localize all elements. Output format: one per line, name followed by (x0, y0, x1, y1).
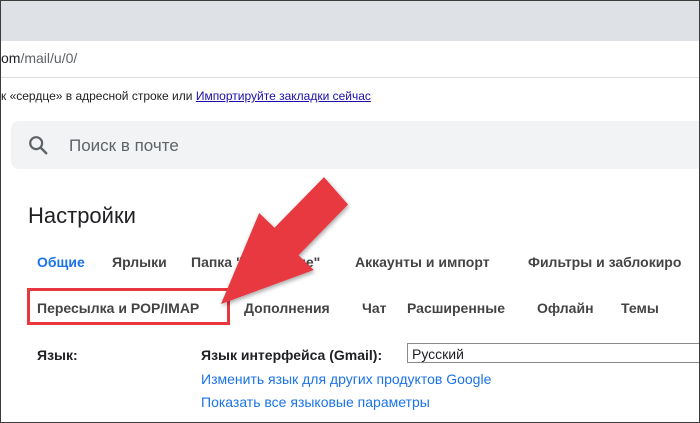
interface-language-label: Язык интерфейса (Gmail): (201, 347, 383, 363)
change-language-link[interactable]: Изменить язык для других продуктов Googl… (201, 371, 491, 387)
tab-themes[interactable]: Темы (621, 300, 659, 316)
tab-filters[interactable]: Фильтры и заблокиро (528, 254, 681, 270)
search-bar[interactable]: Поиск в почте (11, 121, 699, 169)
gmail-main: Поиск в почте Настройки Общие Ярлыки Пап… (1, 111, 699, 422)
tab-accounts-import[interactable]: Аккаунты и импорт (355, 254, 490, 270)
tab-chat[interactable]: Чат (362, 300, 386, 316)
bookmarks-hint: к «сердце» в адресной строке или Импорти… (1, 89, 371, 103)
tab-addons[interactable]: Дополнения (244, 300, 330, 316)
tab-general[interactable]: Общие (37, 254, 85, 270)
url-path: /mail/u/0/ (20, 50, 78, 66)
tab-inbox[interactable]: Папка "Входящие" (191, 254, 320, 270)
search-input[interactable]: Поиск в почте (69, 136, 179, 156)
import-bookmarks-link[interactable]: Импортируйте закладки сейчас (196, 89, 371, 103)
url-domain-fragment: om (1, 50, 21, 66)
tab-labels[interactable]: Ярлыки (112, 254, 167, 270)
browser-tabstrip (1, 1, 699, 41)
interface-language-select[interactable]: Русский (407, 343, 699, 363)
search-icon[interactable] (27, 134, 49, 156)
show-language-params-link[interactable]: Показать все языковые параметры (201, 394, 430, 410)
tab-highlight-box (27, 288, 230, 325)
address-bar[interactable]: om/mail/u/0/ (1, 41, 699, 78)
browser-window: om/mail/u/0/ к «сердце» в адресной строк… (0, 0, 700, 423)
language-label: Язык: (37, 347, 78, 363)
tab-offline[interactable]: Офлайн (537, 300, 594, 316)
tab-advanced[interactable]: Расширенные (407, 300, 505, 316)
bookmarks-hint-text: к «сердце» в адресной строке или (1, 89, 193, 103)
url-text[interactable]: om/mail/u/0/ (1, 50, 77, 66)
bookmarks-bar: к «сердце» в адресной строке или Импорти… (1, 78, 699, 112)
page-title: Настройки (28, 203, 136, 228)
